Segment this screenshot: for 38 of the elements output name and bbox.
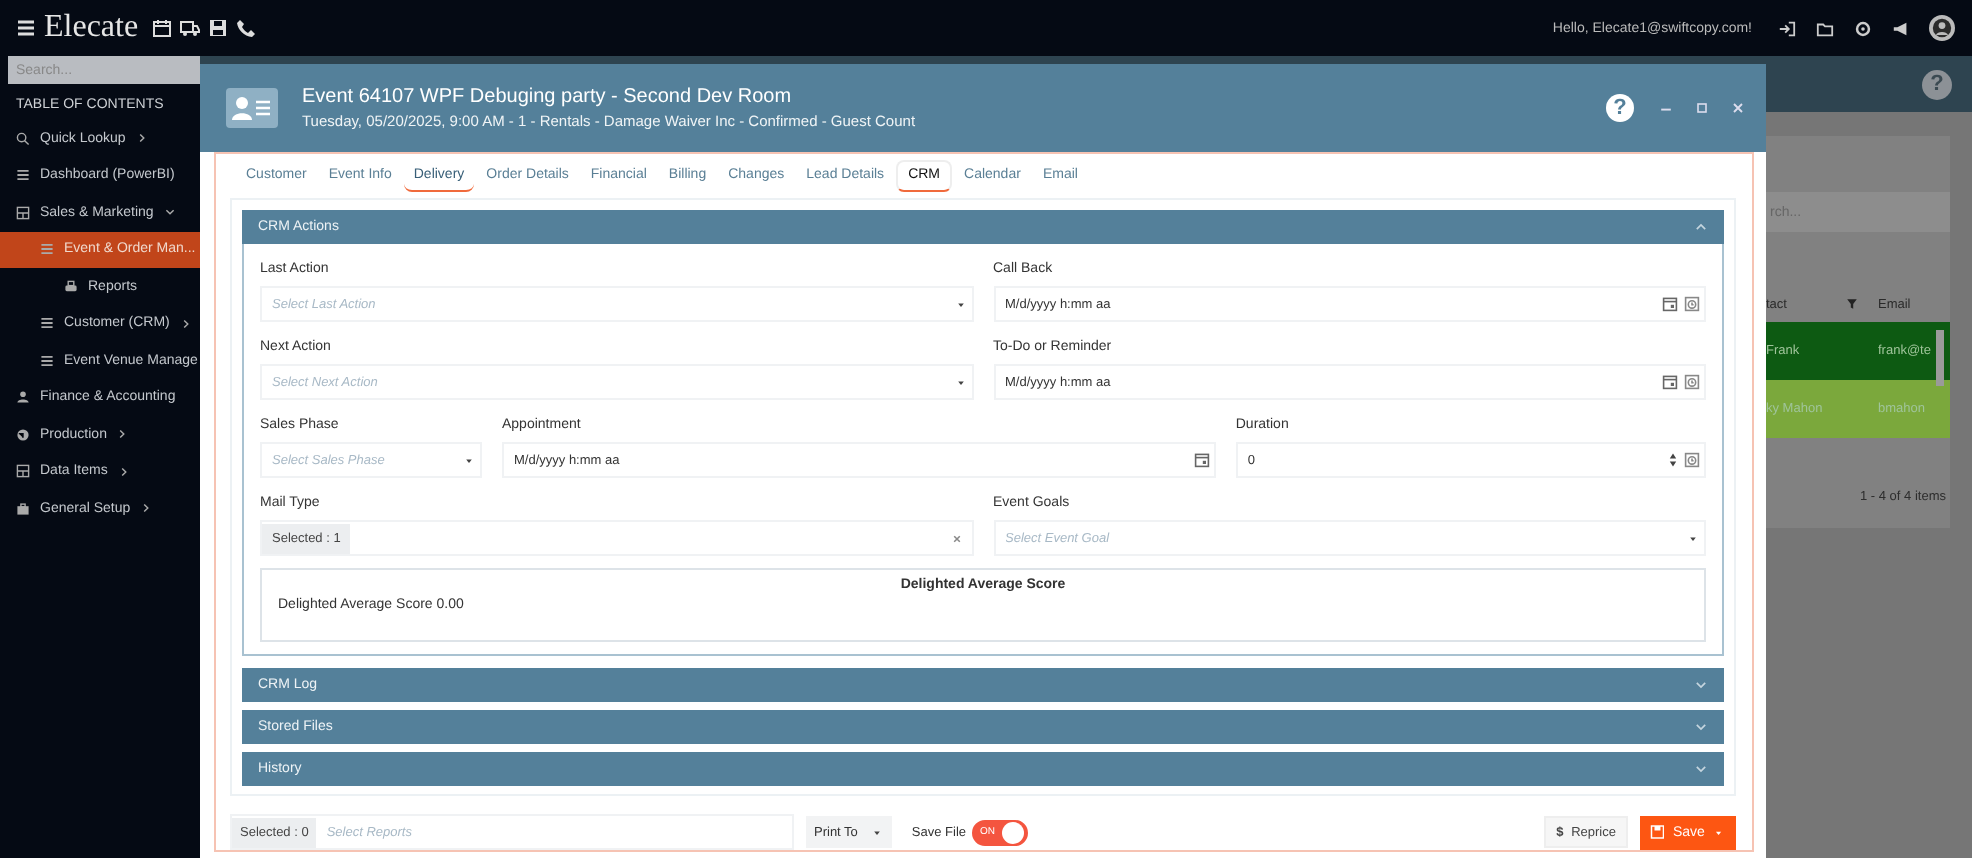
list-icon [40, 353, 54, 368]
grid-icon [16, 464, 30, 479]
settings-icon[interactable] [1854, 19, 1872, 37]
list-icon [16, 168, 30, 183]
grid-icon [16, 205, 30, 220]
filter-icon[interactable] [1846, 298, 1858, 310]
chevron-icon [1694, 720, 1708, 734]
clock-icon[interactable] [1684, 296, 1700, 312]
list-icon [40, 316, 54, 331]
list-icon [40, 242, 54, 257]
globe-icon [16, 427, 30, 442]
clock-icon[interactable] [1684, 374, 1700, 390]
case-icon [16, 501, 30, 516]
search-icon [16, 131, 30, 146]
print-icon [64, 279, 78, 294]
chevron-icon [1694, 678, 1708, 692]
phone-icon[interactable] [236, 18, 257, 38]
contact-card-icon [226, 88, 278, 128]
person-icon [16, 390, 30, 405]
chevron-icon [1694, 220, 1708, 234]
brand-logo: Elecate [44, 10, 139, 46]
spinner-icon[interactable] [1668, 452, 1678, 468]
truck-icon[interactable] [180, 18, 201, 38]
dialog-title: Event 64107 WPF Debuging party - Second Dev Room [302, 86, 794, 108]
folder-icon[interactable] [1816, 19, 1834, 37]
floppy-icon [1650, 824, 1665, 840]
clear-icon[interactable] [949, 531, 963, 545]
clock-icon[interactable] [1684, 452, 1700, 468]
floppy-icon[interactable] [208, 18, 229, 38]
chevron-icon [1694, 762, 1708, 776]
maximize-icon[interactable] [1694, 100, 1710, 116]
close-icon[interactable] [1730, 100, 1746, 116]
avatar-icon[interactable] [1928, 14, 1956, 42]
help-icon[interactable]: ? [1606, 94, 1634, 122]
logout-icon[interactable] [1778, 19, 1796, 37]
scrollbar[interactable] [1936, 330, 1944, 386]
megaphone-icon[interactable] [1892, 19, 1910, 37]
menu-icon[interactable] [16, 18, 36, 38]
